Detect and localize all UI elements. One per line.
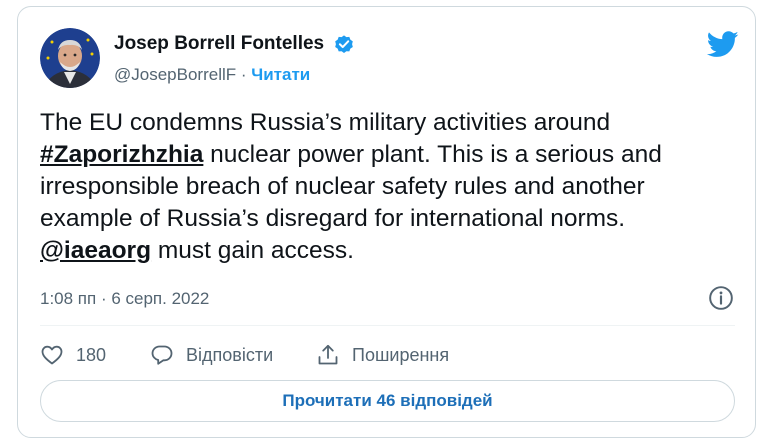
- tweet-text-part-3: must gain access.: [151, 237, 354, 264]
- reply-label: Відповісти: [186, 344, 274, 365]
- tweet-text-part-1: The EU condemns Russia’s military activi…: [40, 109, 611, 136]
- reply-button[interactable]: Відповісти: [150, 341, 273, 369]
- twitter-logo-icon[interactable]: [707, 31, 739, 58]
- divider: [40, 325, 735, 326]
- tweet-timestamp[interactable]: 1:08 пп · 6 серп. 2022: [40, 289, 209, 309]
- tweet-card: Josep Borrell Fontelles @JosepBorrellF ·…: [17, 6, 756, 438]
- heart-icon: [41, 345, 63, 365]
- verified-badge-icon: [335, 35, 353, 53]
- handle-row: @JosepBorrellF · Читати: [114, 65, 310, 85]
- share-button[interactable]: Поширення: [316, 341, 449, 369]
- read-replies-button[interactable]: Прочитати 46 відповідей: [40, 380, 735, 422]
- likes-count: 180: [76, 344, 107, 365]
- author-handle[interactable]: @JosepBorrellF: [114, 65, 236, 84]
- reply-icon: [151, 345, 173, 365]
- share-label: Поширення: [352, 344, 450, 365]
- separator: ·: [240, 65, 247, 84]
- info-icon[interactable]: [708, 285, 734, 311]
- follow-link[interactable]: Читати: [251, 65, 310, 84]
- avatar[interactable]: [40, 28, 100, 88]
- tweet-text: The EU condemns Russia’s military activi…: [40, 107, 740, 267]
- author-name[interactable]: Josep Borrell Fontelles: [114, 33, 324, 55]
- share-icon: [318, 344, 338, 365]
- mention-link[interactable]: @iaeaorg: [40, 237, 151, 264]
- like-button[interactable]: 180: [40, 341, 106, 369]
- hashtag-link[interactable]: #Zaporizhzhia: [40, 141, 203, 168]
